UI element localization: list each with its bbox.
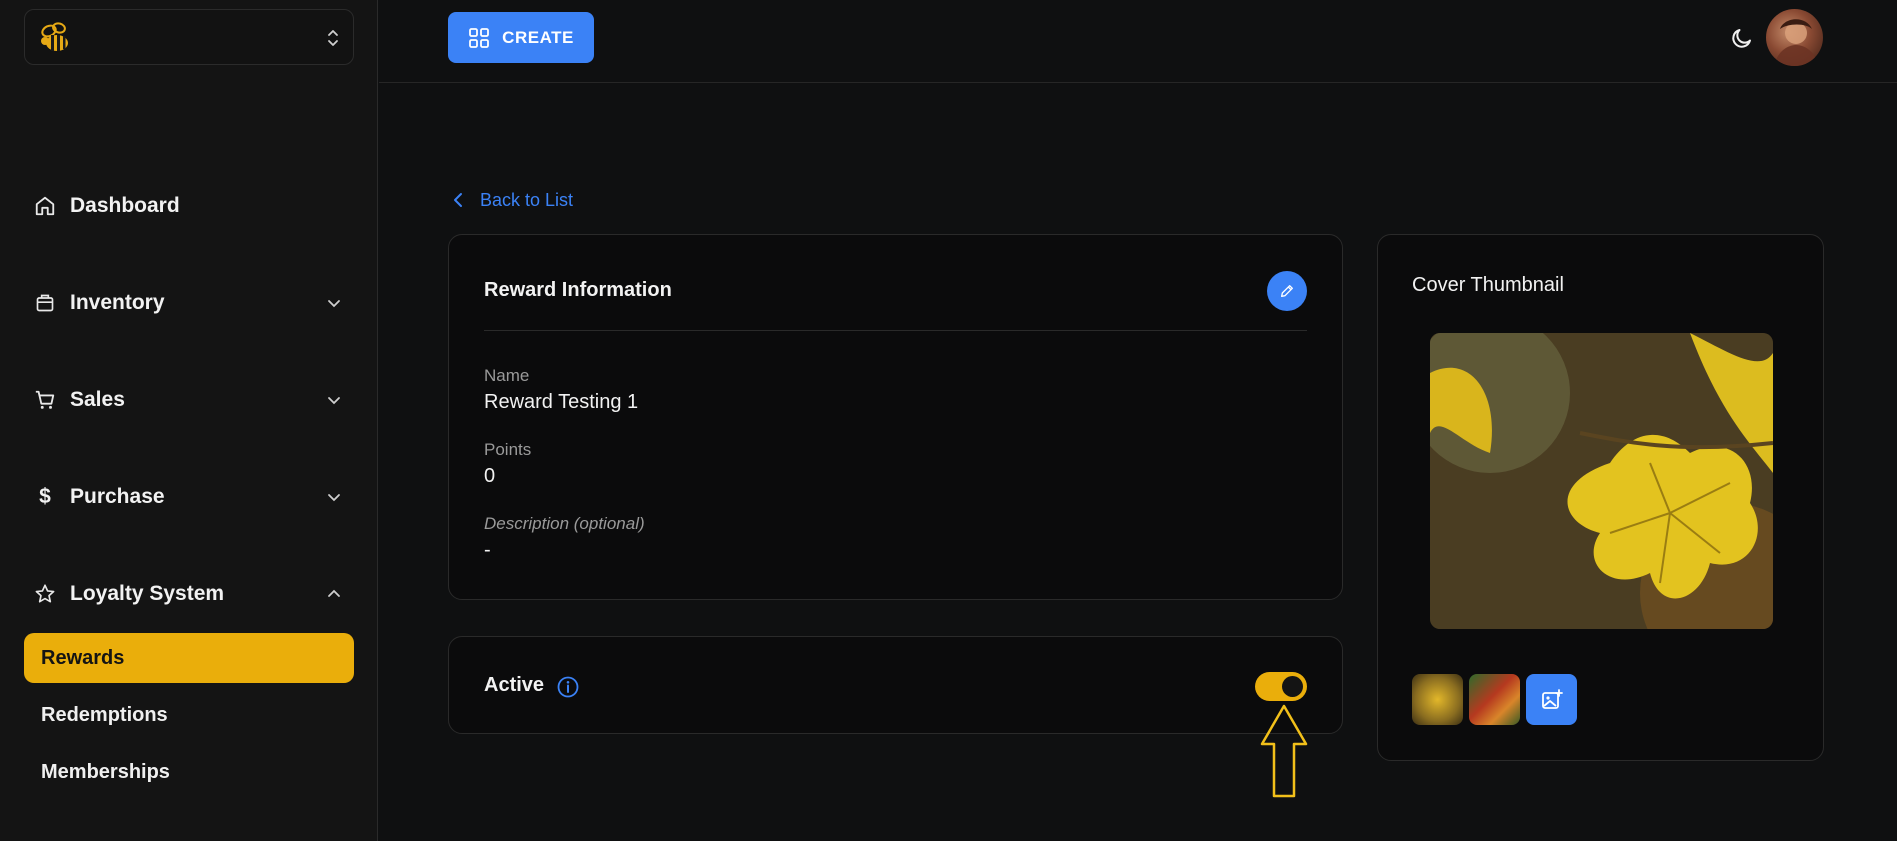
toggle-knob xyxy=(1282,676,1303,697)
moon-icon[interactable] xyxy=(1730,26,1754,50)
sidebar-item-label: Inventory xyxy=(70,291,165,314)
sidebar-subitem-redemptions[interactable]: Redemptions xyxy=(24,690,354,740)
annotation-arrow-icon xyxy=(1260,704,1308,798)
chevron-down-icon xyxy=(328,494,340,502)
chevron-down-icon xyxy=(328,397,340,405)
image-plus-icon xyxy=(1541,688,1563,709)
cover-thumbnail-card: Cover Thumbnail xyxy=(1377,234,1824,761)
sidebar-item-label: Purchase xyxy=(70,485,165,508)
sidebar-subitem-label: Rewards xyxy=(41,646,125,669)
thumbnail-option-vegetables[interactable] xyxy=(1469,674,1520,725)
box-icon xyxy=(34,292,56,314)
create-button-label: CREATE xyxy=(502,27,574,47)
avatar[interactable] xyxy=(1766,9,1823,66)
dollar-icon: $ xyxy=(39,485,51,508)
chevron-left-icon xyxy=(454,193,462,207)
back-to-list-link[interactable]: Back to List xyxy=(452,188,573,212)
sidebar-item-inventory[interactable]: Inventory xyxy=(34,283,344,323)
chevron-down-icon xyxy=(328,300,340,308)
add-image-button[interactable] xyxy=(1526,674,1577,725)
info-icon[interactable] xyxy=(556,675,580,699)
active-toggle[interactable] xyxy=(1255,672,1307,701)
points-value: 0 xyxy=(484,465,496,487)
top-bar: CREATE xyxy=(379,0,1897,83)
divider xyxy=(484,330,1307,331)
star-icon xyxy=(34,583,56,605)
sidebar-subitem-label: Redemptions xyxy=(41,703,168,726)
description-label: Description (optional) xyxy=(484,514,645,533)
reward-information-card: Reward Information Name Reward Testing 1… xyxy=(448,234,1343,600)
sidebar-subitem-label: Memberships xyxy=(41,760,170,783)
sidebar-item-loyalty-system[interactable]: Loyalty System xyxy=(34,574,344,614)
home-icon xyxy=(34,195,56,217)
bee-logo-icon xyxy=(41,22,68,51)
sidebar-item-label: Loyalty System xyxy=(70,582,225,605)
chevron-up-icon xyxy=(328,589,340,597)
organization-switcher[interactable] xyxy=(24,9,354,65)
pencil-icon xyxy=(1281,285,1293,297)
active-label: Active xyxy=(484,674,545,696)
cart-icon xyxy=(34,389,56,411)
sidebar-item-purchase[interactable]: $ Purchase xyxy=(34,477,344,517)
sidebar-item-dashboard[interactable]: Dashboard xyxy=(34,186,344,226)
create-button[interactable]: CREATE xyxy=(448,12,594,63)
card-title: Cover Thumbnail xyxy=(1412,274,1564,296)
card-title: Reward Information xyxy=(484,279,672,301)
sidebar-item-label: Dashboard xyxy=(70,194,180,217)
grid-icon xyxy=(469,27,490,48)
name-label: Name xyxy=(484,366,530,385)
sidebar-item-label: Sales xyxy=(70,388,125,411)
sidebar-subitem-rewards[interactable]: Rewards xyxy=(24,633,354,683)
active-card: Active xyxy=(448,636,1343,734)
thumbnail-option-leaf[interactable] xyxy=(1412,674,1463,725)
name-value: Reward Testing 1 xyxy=(484,391,639,413)
sidebar: Dashboard Inventory Sales $ Purchase Loy… xyxy=(0,0,378,841)
sidebar-subitem-memberships[interactable]: Memberships xyxy=(24,747,354,797)
description-value: - xyxy=(484,539,491,561)
edit-button[interactable] xyxy=(1267,271,1307,311)
points-label: Points xyxy=(484,440,532,459)
back-link-label: Back to List xyxy=(480,189,574,210)
cover-image xyxy=(1430,333,1773,629)
chevron-up-down-icon xyxy=(328,30,338,46)
sidebar-item-sales[interactable]: Sales xyxy=(34,380,344,420)
